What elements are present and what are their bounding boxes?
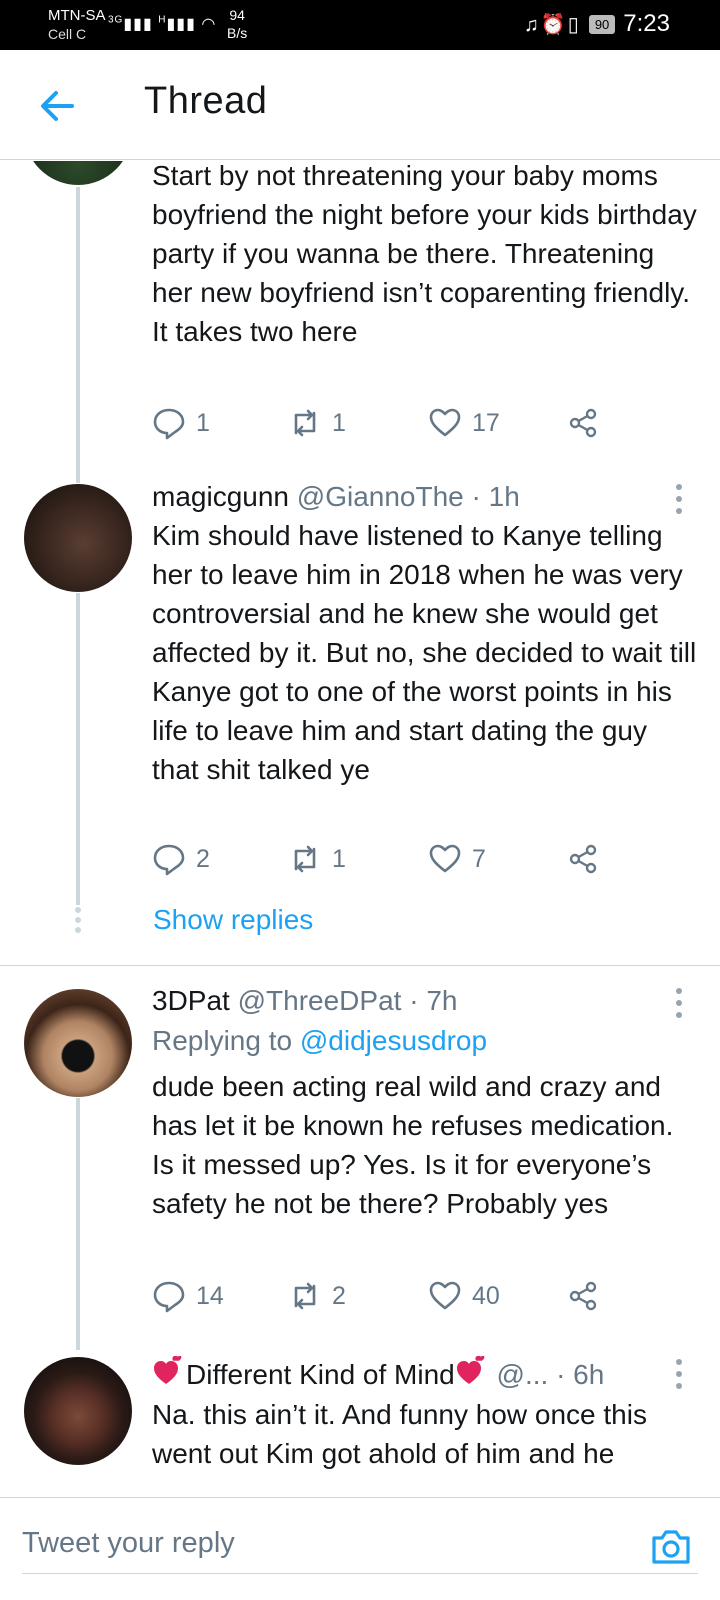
thread-continuation-dots	[74, 907, 82, 933]
share-button[interactable]	[566, 1276, 600, 1316]
retweet-count: 2	[332, 1281, 346, 1310]
avatar[interactable]	[24, 989, 132, 1097]
tweet-actions: 2 1 7	[152, 839, 672, 879]
page-title: Thread	[144, 80, 268, 122]
reply-button[interactable]: 2	[152, 839, 210, 879]
carrier-name: MTN-SA	[48, 7, 106, 24]
share-button[interactable]	[566, 403, 600, 443]
status-icons: ♫⏰▯	[523, 13, 581, 36]
tweet-actions: 14 2 40	[152, 1276, 672, 1316]
camera-icon	[652, 1530, 690, 1564]
status-right: ♫⏰▯ 90 7:23	[524, 10, 670, 38]
more-options-button[interactable]	[672, 1359, 686, 1389]
wifi-icon: ◠	[201, 16, 217, 33]
heart-icon	[429, 1281, 461, 1310]
clock: 7:23	[623, 10, 670, 37]
reply-button[interactable]: 1	[152, 403, 210, 443]
app-header: Thread	[0, 50, 720, 160]
avatar[interactable]	[24, 161, 132, 185]
replying-to-label: Replying to	[152, 1025, 293, 1056]
reply-count: 1	[196, 408, 210, 437]
carrier-name-secondary: Cell C	[48, 26, 87, 42]
reply-input[interactable]: Tweet your reply	[22, 1512, 698, 1574]
user-handle[interactable]: @...	[497, 1359, 549, 1390]
heart-icon	[429, 844, 461, 873]
tweet-actions: 1 1 17	[152, 403, 672, 443]
reply-count: 2	[196, 844, 210, 873]
share-icon	[569, 408, 597, 438]
tweet-time: · 1h	[471, 481, 520, 512]
signal-bars-icon: ▮▮▮	[123, 16, 153, 33]
reply-count: 14	[196, 1281, 224, 1310]
tweet-time: · 6h	[556, 1359, 605, 1390]
retweet-button[interactable]: 1	[288, 839, 346, 879]
tweet-header: 3DPat @ThreeDPat · 7h	[152, 983, 457, 1019]
display-name[interactable]: 3DPat	[152, 985, 230, 1016]
reply-composer: Tweet your reply	[0, 1497, 720, 1600]
avatar[interactable]	[24, 484, 132, 592]
back-button[interactable]	[36, 84, 80, 128]
arrow-left-icon	[41, 91, 74, 121]
reply-button[interactable]: 14	[152, 1276, 224, 1316]
avatar[interactable]	[24, 1357, 132, 1465]
tweet-header: Different Kind of Mind @... · 6h	[152, 1356, 604, 1393]
like-count: 7	[472, 844, 486, 873]
heart-emoji-icon	[456, 1356, 485, 1384]
more-options-button[interactable]	[672, 988, 686, 1018]
tweet-text: Kim should have listened to Kanye tellin…	[152, 520, 697, 785]
thread-list[interactable]: Start by not threatening your baby moms …	[0, 161, 720, 1497]
comment-icon	[153, 844, 185, 876]
like-button[interactable]: 7	[428, 839, 486, 879]
network-speed-unit: B/s	[227, 25, 248, 41]
retweet-icon	[294, 1282, 316, 1310]
retweet-button[interactable]: 1	[288, 403, 346, 443]
like-button[interactable]: 17	[428, 403, 500, 443]
retweet-icon	[294, 409, 316, 437]
display-name[interactable]: magicgunn	[152, 481, 289, 512]
like-button[interactable]: 40	[428, 1276, 500, 1316]
network-speed: 94 B/s	[227, 6, 247, 42]
display-name[interactable]: Different Kind of Mind	[186, 1359, 455, 1390]
tweet-time: · 7h	[409, 985, 458, 1016]
carrier-info: MTN-SA Cell C	[48, 7, 106, 43]
replying-to-handle[interactable]: @didjesusdrop	[300, 1025, 487, 1056]
comment-icon	[153, 408, 185, 440]
thread-divider	[0, 965, 720, 966]
network-speed-value: 94	[229, 7, 245, 23]
retweet-count: 1	[332, 844, 346, 873]
like-count: 40	[472, 1281, 500, 1310]
tweet-text: dude been acting real wild and crazy and…	[152, 1071, 674, 1219]
comment-icon	[153, 1281, 185, 1313]
more-options-button[interactable]	[672, 484, 686, 514]
retweet-icon	[294, 845, 316, 873]
signal-bars-icon: ▮▮▮	[166, 16, 196, 33]
camera-button[interactable]	[650, 1526, 692, 1568]
tweet-text: Start by not threatening your baby moms …	[152, 161, 697, 347]
heart-emoji-icon	[154, 1356, 182, 1384]
retweet-count: 1	[332, 408, 346, 437]
share-icon	[569, 844, 597, 874]
replying-to: Replying to @didjesusdrop	[152, 1025, 487, 1057]
user-handle[interactable]: @GiannoThe	[297, 481, 464, 512]
user-handle[interactable]: @ThreeDPat	[238, 985, 402, 1016]
network-type-1: 3G	[108, 14, 124, 26]
retweet-button[interactable]: 2	[288, 1276, 346, 1316]
share-button[interactable]	[566, 839, 600, 879]
signal-indicators: 3G▮▮▮ H▮▮▮ ◠	[108, 14, 216, 34]
like-count: 17	[472, 408, 500, 437]
tweet-header: magicgunn @GiannoThe · 1h	[152, 479, 520, 515]
battery-icon: 90	[588, 14, 616, 34]
tweet-text: Na. this ain’t it. And funny how once th…	[152, 1399, 647, 1469]
show-replies-link[interactable]: Show replies	[153, 904, 313, 936]
thread-line	[76, 187, 80, 483]
heart-icon	[429, 408, 461, 437]
thread-line	[76, 593, 80, 905]
share-icon	[569, 1281, 597, 1311]
status-bar: MTN-SA Cell C 3G▮▮▮ H▮▮▮ ◠ 94 B/s ♫⏰▯ 90…	[0, 0, 720, 50]
thread-line	[76, 1098, 80, 1350]
